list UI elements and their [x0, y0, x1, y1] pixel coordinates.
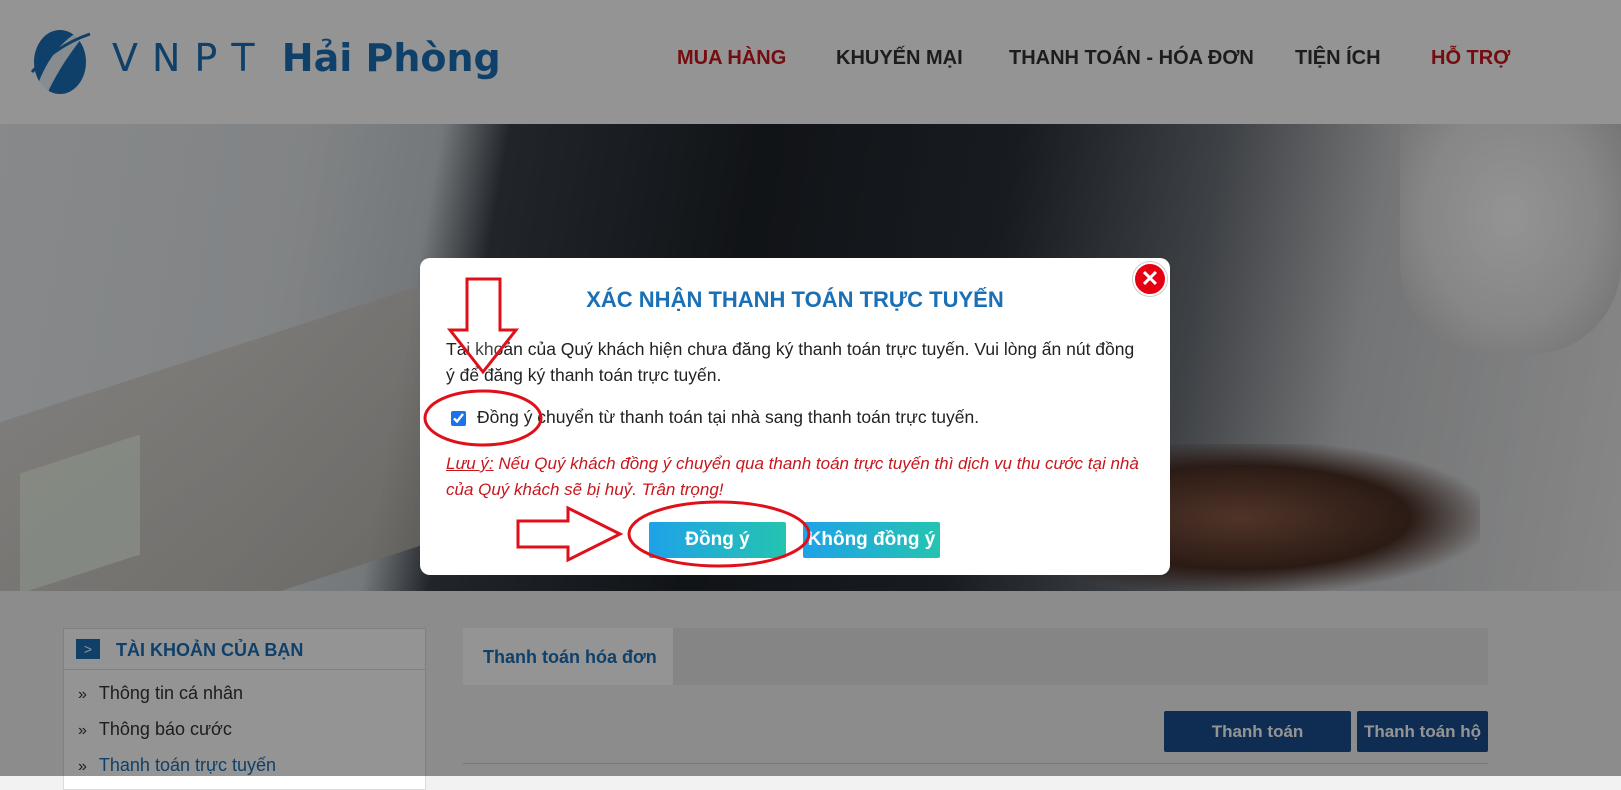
dialog-note: Lưu ý: Nếu Quý khách đồng ý chuyển qua t… — [446, 451, 1146, 503]
note-text: Nếu Quý khách đồng ý chuyển qua thanh to… — [446, 454, 1139, 499]
agree-switch-checkbox[interactable] — [451, 411, 466, 426]
dialog-title: XÁC NHẬN THANH TOÁN TRỰC TUYẾN — [586, 287, 1004, 312]
dialog-message: Tài khoản của Quý khách hiện chưa đăng k… — [446, 339, 1135, 385]
note-label: Lưu ý: — [446, 454, 494, 473]
agree-button[interactable]: Đồng ý — [649, 522, 786, 558]
agree-switch-label[interactable]: Đồng ý chuyển từ thanh toán tại nhà sang… — [477, 407, 979, 428]
disagree-button[interactable]: Không đồng ý — [803, 522, 940, 558]
